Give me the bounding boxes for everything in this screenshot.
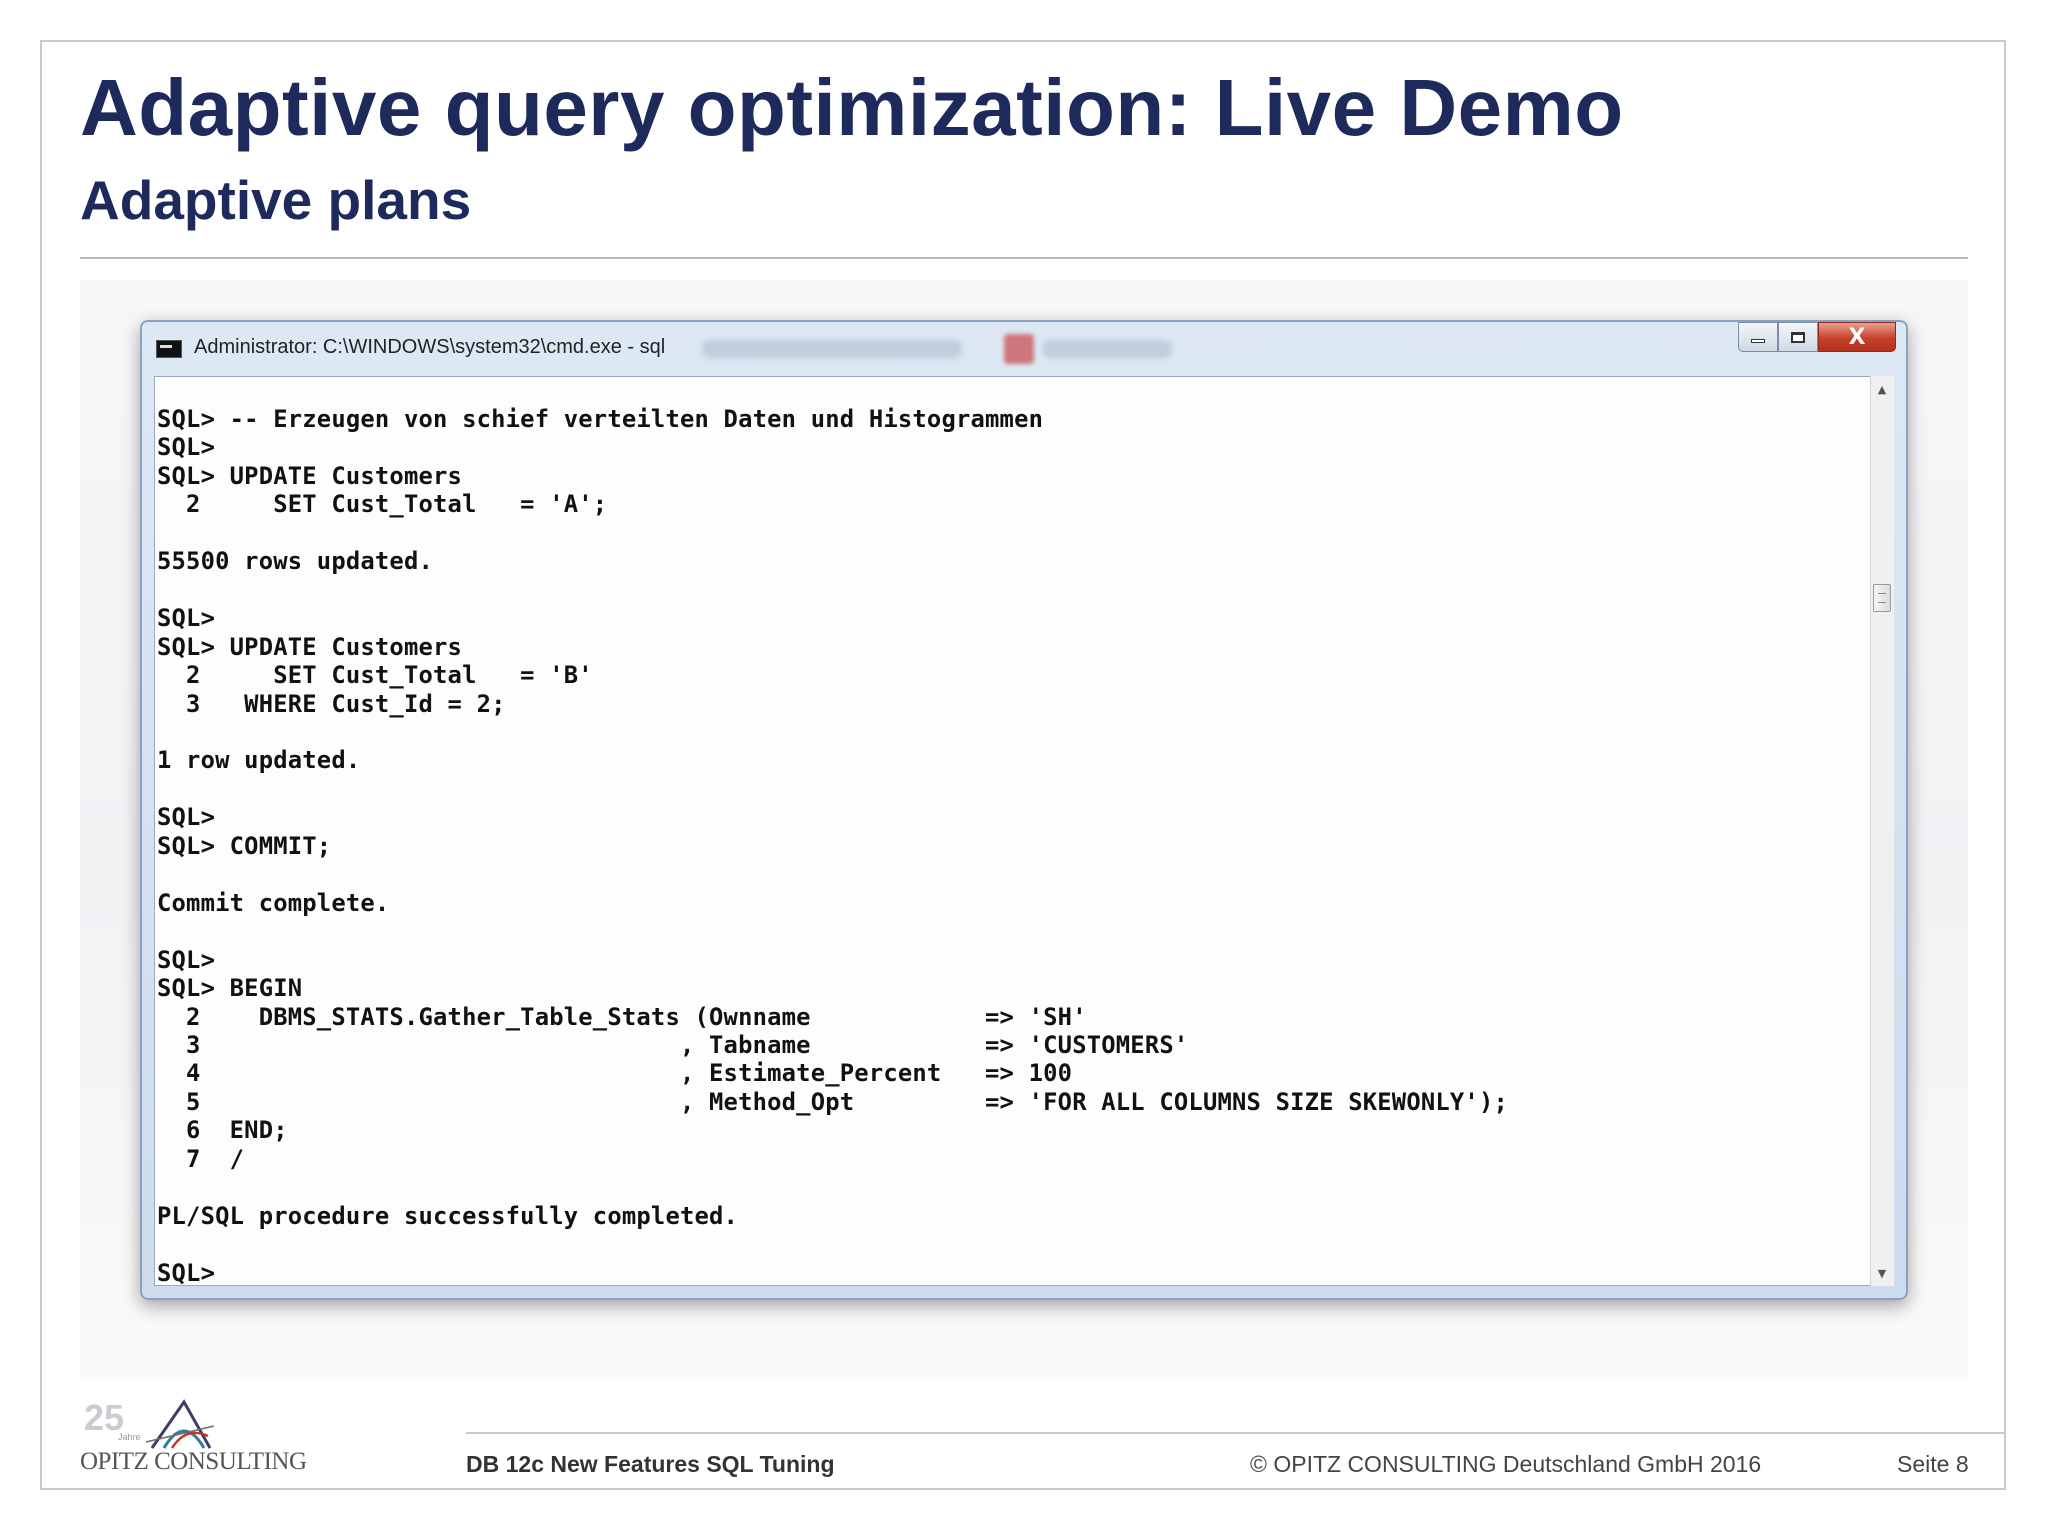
console-line: 3 WHERE Cust_Id = 2; [157,689,506,718]
console-line: 55500 rows updated. [157,547,434,576]
minimize-button[interactable] [1738,322,1778,352]
maximize-button[interactable] [1778,322,1818,352]
close-icon: X [1848,324,1866,350]
console-line: 3 , Tabname => 'CUSTOMERS' [157,1030,1189,1059]
console-output: SQL> -- Erzeugen von schief verteilten D… [157,405,1509,1286]
console-line: SQL> UPDATE Customers [157,461,463,490]
page-number: Seite 8 [1897,1451,1969,1477]
scroll-up-icon[interactable]: ▲ [1871,378,1893,400]
console-line: SQL> [157,433,216,462]
console-line: 6 END; [157,1116,288,1145]
console-line: 5 , Method_Opt => 'FOR ALL COLUMNS SIZE … [157,1087,1509,1116]
footer-divider [466,1432,2006,1434]
console-line: SQL> [157,945,216,974]
blurred-taskbar-tab [1042,340,1172,358]
footer-copyright: © OPITZ CONSULTING Deutschland GmbH 2016 [1250,1451,1762,1477]
window-title: Administrator: C:\WINDOWS\system32\cmd.e… [194,336,666,358]
console-area[interactable]: SQL> -- Erzeugen von schief verteilten D… [154,376,1874,1286]
console-line: SQL> COMMIT; [157,831,332,860]
window-titlebar[interactable]: Administrator: C:\WINDOWS\system32\cmd.e… [142,322,1906,376]
maximize-icon [1791,331,1805,343]
console-line: SQL> UPDATE Customers [157,632,463,661]
logo-text: OPITZ CONSULTING [80,1448,307,1475]
window-controls: X [1738,322,1896,354]
console-line: 2 DBMS_STATS.Gather_Table_Stats (Ownname… [157,1002,1087,1031]
slide-subtitle: Adaptive plans [80,169,472,231]
footer-title: DB 12c New Features SQL Tuning [466,1451,835,1477]
scroll-thumb[interactable] [1873,584,1891,612]
console-line: PL/SQL procedure successfully completed. [157,1201,739,1230]
minimize-icon [1751,339,1765,343]
blurred-taskbar-icon [1004,334,1034,364]
slide-title: Adaptive query optimization: Live Demo [80,63,1624,152]
console-line: Commit complete. [157,888,390,917]
console-line: 2 SET Cust_Total = 'A'; [157,490,608,519]
console-line: SQL> [157,604,216,633]
cmd-window: Administrator: C:\WINDOWS\system32\cmd.e… [140,320,1908,1300]
console-line: SQL> BEGIN [157,974,303,1003]
blurred-taskbar-tab [702,340,962,358]
console-line: SQL> -- Erzeugen von schief verteilten D… [157,405,1044,433]
vertical-scrollbar[interactable]: ▲ ▼ [1870,376,1894,1286]
console-line: 1 row updated. [157,746,361,775]
title-divider [80,257,1968,259]
logo-small-text: Jahre [118,1432,141,1442]
console-line: SQL> [157,1258,216,1286]
console-line: 2 SET Cust_Total = 'B' [157,661,593,690]
console-line: 7 / [157,1144,245,1173]
cmd-icon [156,340,182,358]
company-logo: 25 Jahre OPITZ CONSULTING [80,1396,307,1476]
console-line: SQL> [157,803,216,832]
console-line: 4 , Estimate_Percent => 100 [157,1059,1073,1088]
scroll-down-icon[interactable]: ▼ [1871,1262,1893,1284]
logo-icon: 25 Jahre [84,1397,215,1449]
close-button[interactable]: X [1818,322,1896,352]
